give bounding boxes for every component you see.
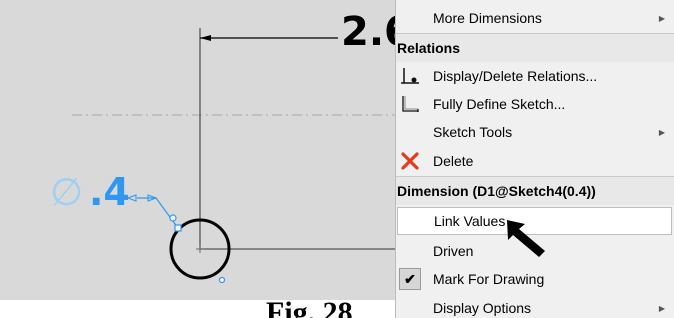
selection-handle (174, 224, 182, 232)
menu-item-mark-for-drawing[interactable]: ✔ Mark For Drawing (396, 265, 674, 293)
menu-item-display-delete-relations[interactable]: Display/Delete Relations... (396, 62, 674, 90)
menu-item-label: Link Values (434, 213, 506, 229)
checkmark-icon: ✔ (399, 268, 421, 290)
menu-item-display-options[interactable]: Display Options ▶ (396, 294, 674, 318)
figure-caption-text: Fig. 28 (266, 298, 353, 318)
dimension-section-header: Dimension (D1@Sketch4(0.4)) (396, 177, 674, 205)
pointer-arrow-icon (507, 220, 545, 257)
menu-item-label: Fully Define Sketch... (433, 96, 566, 112)
menu-item-label: More Dimensions (433, 10, 542, 26)
menu-item-label: Mark For Drawing (433, 271, 545, 287)
figure-caption: Fig. 28 (262, 298, 395, 318)
submenu-arrow-icon: ▶ (658, 13, 665, 23)
drag-handle-node (169, 214, 177, 222)
submenu-arrow-icon: ▶ (658, 303, 665, 313)
menu-item-fully-define-sketch[interactable]: Fully Define Sketch... (396, 90, 674, 118)
diameter-dimension-value[interactable]: .4 (89, 173, 130, 211)
dimension-arrowhead (200, 35, 211, 41)
context-menu: More Dimensions ▶ Relations Display/Dele… (395, 0, 674, 318)
fully-define-sketch-icon (399, 93, 421, 115)
menu-item-label: Delete (433, 153, 474, 169)
delete-x-icon (399, 150, 421, 172)
menu-item-label: Driven (433, 243, 474, 259)
section-header-label: Relations (397, 40, 461, 56)
menu-item-label: Sketch Tools (433, 124, 513, 140)
sketch-canvas[interactable]: 2.6 ∅ .4 (0, 0, 395, 300)
horizontal-dimension-value[interactable]: 2.6 (341, 12, 395, 52)
perpendicular-relation-icon (399, 65, 421, 87)
circle-endpoint-handle (218, 276, 226, 284)
sketch-geometry (72, 28, 395, 284)
section-header-label: Dimension (D1@Sketch4(0.4)) (397, 183, 596, 199)
menu-item-label: Display/Delete Relations... (433, 68, 598, 84)
submenu-arrow-icon: ▶ (658, 127, 665, 137)
diameter-symbol: ∅ (50, 170, 84, 214)
menu-item-delete[interactable]: Delete (396, 147, 674, 175)
menu-item-label: Display Options (433, 300, 532, 316)
relations-section-header: Relations (396, 34, 674, 62)
menu-item-more-dimensions[interactable]: More Dimensions ▶ (396, 4, 674, 32)
menu-item-sketch-tools[interactable]: Sketch Tools ▶ (396, 118, 674, 146)
